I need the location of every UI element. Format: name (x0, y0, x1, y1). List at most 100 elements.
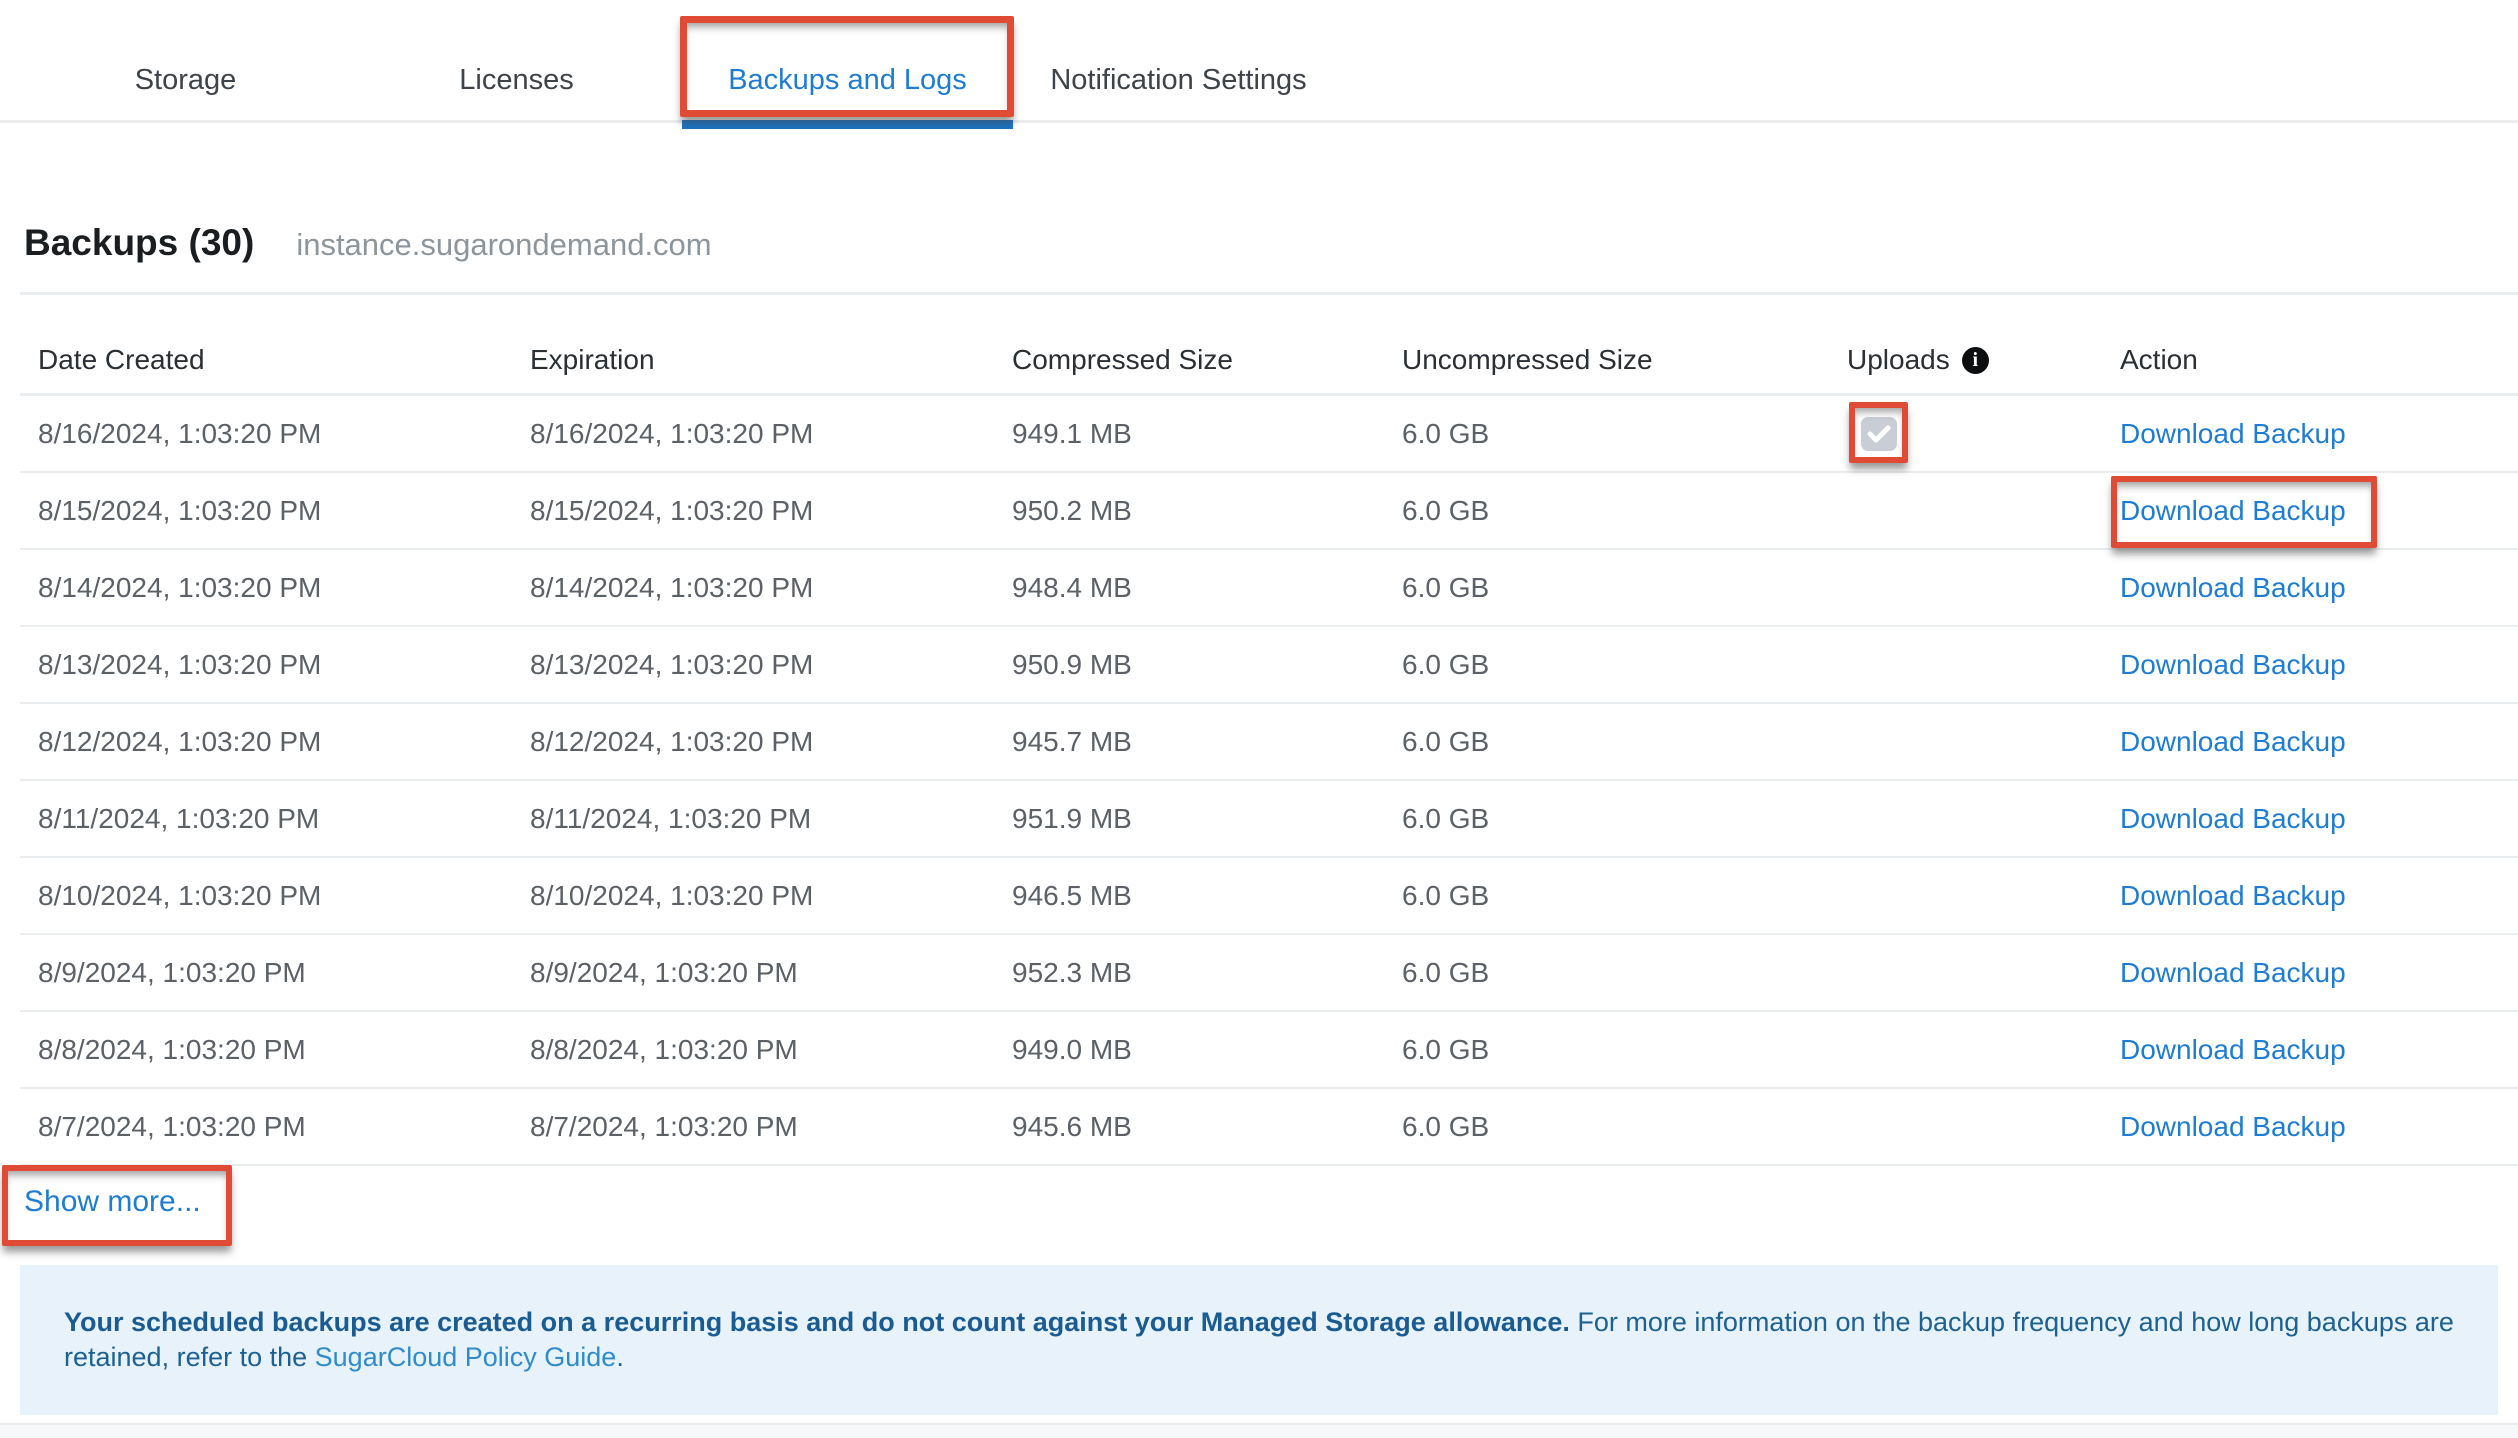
cell-date-created: 8/16/2024, 1:03:20 PM (38, 417, 322, 449)
cell-uncompressed-size: 6.0 GB (1402, 494, 1490, 526)
cell-uncompressed-size: 6.0 GB (1402, 648, 1490, 680)
cell-uncompressed-size: 6.0 GB (1402, 571, 1490, 603)
table-row: 8/8/2024, 1:03:20 PM 8/8/2024, 1:03:20 PM… (20, 1012, 2518, 1089)
column-header-label: Compressed Size (1012, 344, 1233, 375)
show-more-link[interactable]: Show more... (24, 1185, 201, 1218)
column-header-expiration: Expiration (530, 344, 1012, 376)
banner-text-end: . (616, 1342, 624, 1372)
cell-action: Download Backup (2120, 803, 2518, 835)
cell-uncompressed-size: 6.0 GB (1402, 1110, 1490, 1142)
cell-compressed-size: 949.1 MB (1012, 417, 1132, 449)
cell-compressed-size: 950.2 MB (1012, 494, 1132, 526)
tabs: Storage Licenses Backups and Logs Notificat… (20, 0, 2518, 120)
download-backup-link[interactable]: Download Backup (2120, 1034, 2346, 1065)
table-row: 8/9/2024, 1:03:20 PM 8/9/2024, 1:03:20 PM… (20, 935, 2518, 1012)
tab-bar: Storage Licenses Backups and Logs Notificat… (0, 0, 2518, 129)
column-header-date-created: Date Created (38, 344, 530, 376)
cell-action: Download Backup (2120, 649, 2518, 681)
column-header-uploads: Uploads i (1847, 344, 2120, 376)
cell-date-created: 8/12/2024, 1:03:20 PM (38, 725, 322, 757)
cell-date-created: 8/15/2024, 1:03:20 PM (38, 494, 322, 526)
cell-uncompressed-size: 6.0 GB (1402, 956, 1490, 988)
bottom-strip (0, 1423, 2518, 1438)
cell-date-created: 8/9/2024, 1:03:20 PM (38, 956, 306, 988)
instance-domain: instance.sugarondemand.com (296, 227, 712, 262)
tab-backups-and-logs[interactable]: Backups and Logs (682, 0, 1013, 120)
backups-table-header: Date Created Expiration Compressed Size Unc… (20, 295, 2518, 396)
cell-expiration: 8/12/2024, 1:03:20 PM (530, 725, 814, 757)
cell-uncompressed-size: 6.0 GB (1402, 879, 1490, 911)
column-header-compressed-size: Compressed Size (1012, 344, 1402, 376)
cell-expiration: 8/10/2024, 1:03:20 PM (530, 879, 814, 911)
tab-notification-settings[interactable]: Notification Settings (1013, 0, 1344, 120)
cell-expiration: 8/14/2024, 1:03:20 PM (530, 571, 814, 603)
cell-compressed-size: 952.3 MB (1012, 956, 1132, 988)
column-header-label: Date Created (38, 344, 205, 375)
cell-expiration: 8/16/2024, 1:03:20 PM (530, 417, 814, 449)
active-tab-underline (682, 120, 1013, 129)
cell-date-created: 8/14/2024, 1:03:20 PM (38, 571, 322, 603)
column-header-label: Expiration (530, 344, 655, 375)
download-backup-link[interactable]: Download Backup (2120, 649, 2346, 680)
cell-uncompressed-size: 6.0 GB (1402, 417, 1490, 449)
table-row: 8/7/2024, 1:03:20 PM 8/7/2024, 1:03:20 PM… (20, 1089, 2518, 1166)
cell-uncompressed-size: 6.0 GB (1402, 1033, 1490, 1065)
download-backup-link[interactable]: Download Backup (2120, 726, 2346, 757)
cell-uncompressed-size: 6.0 GB (1402, 802, 1490, 834)
cell-expiration: 8/8/2024, 1:03:20 PM (530, 1033, 798, 1065)
backups-table-body: 8/16/2024, 1:03:20 PM 8/16/2024, 1:03:20 … (20, 396, 2518, 1166)
download-backup-link[interactable]: Download Backup (2120, 495, 2346, 526)
cell-action: Download Backup (2120, 880, 2518, 912)
download-backup-link[interactable]: Download Backup (2120, 572, 2346, 603)
column-header-action: Action (2120, 344, 2518, 376)
cell-action: Download Backup (2120, 726, 2518, 758)
cell-compressed-size: 945.6 MB (1012, 1110, 1132, 1142)
cell-uncompressed-size: 6.0 GB (1402, 725, 1490, 757)
table-row: 8/12/2024, 1:03:20 PM 8/12/2024, 1:03:20 … (20, 704, 2518, 781)
cell-date-created: 8/7/2024, 1:03:20 PM (38, 1110, 306, 1142)
download-backup-link[interactable]: Download Backup (2120, 880, 2346, 911)
page: Storage Licenses Backups and Logs Notificat… (0, 0, 2518, 1438)
cell-action: Download Backup (2120, 495, 2518, 527)
cell-expiration: 8/13/2024, 1:03:20 PM (530, 648, 814, 680)
download-backup-link[interactable]: Download Backup (2120, 1111, 2346, 1142)
cell-expiration: 8/7/2024, 1:03:20 PM (530, 1110, 798, 1142)
cell-compressed-size: 946.5 MB (1012, 879, 1132, 911)
cell-date-created: 8/8/2024, 1:03:20 PM (38, 1033, 306, 1065)
table-row: 8/15/2024, 1:03:20 PM 8/15/2024, 1:03:20 … (20, 473, 2518, 550)
table-row: 8/14/2024, 1:03:20 PM 8/14/2024, 1:03:20 … (20, 550, 2518, 627)
cell-date-created: 8/10/2024, 1:03:20 PM (38, 879, 322, 911)
show-more-wrap: Show more... (24, 1185, 2518, 1219)
download-backup-link[interactable]: Download Backup (2120, 957, 2346, 988)
uploads-info-icon[interactable]: i (1961, 346, 1989, 374)
cell-action: Download Backup (2120, 1034, 2518, 1066)
column-header-label: Uncompressed Size (1402, 344, 1653, 375)
banner-bold-text: Your scheduled backups are created on a … (64, 1307, 1570, 1337)
table-row: 8/10/2024, 1:03:20 PM 8/10/2024, 1:03:20 … (20, 858, 2518, 935)
policy-guide-link[interactable]: SugarCloud Policy Guide (315, 1342, 617, 1372)
cell-uploads (1847, 416, 2120, 451)
table-row: 8/16/2024, 1:03:20 PM 8/16/2024, 1:03:20 … (20, 396, 2518, 473)
table-row: 8/11/2024, 1:03:20 PM 8/11/2024, 1:03:20 … (20, 781, 2518, 858)
cell-action: Download Backup (2120, 957, 2518, 989)
backups-table: Date Created Expiration Compressed Size Unc… (20, 295, 2518, 1166)
cell-compressed-size: 945.7 MB (1012, 725, 1132, 757)
cell-compressed-size: 950.9 MB (1012, 648, 1132, 680)
section-header: Backups (30) instance.sugarondemand.com (0, 123, 2518, 264)
cell-compressed-size: 951.9 MB (1012, 802, 1132, 834)
upload-checkbox[interactable] (1861, 416, 1897, 451)
page-title: Backups (30) (24, 222, 255, 263)
download-backup-link[interactable]: Download Backup (2120, 418, 2346, 449)
column-header-uncompressed-size: Uncompressed Size (1402, 344, 1847, 376)
cell-expiration: 8/15/2024, 1:03:20 PM (530, 494, 814, 526)
tab-licenses[interactable]: Licenses (351, 0, 682, 120)
column-header-label: Action (2120, 344, 2198, 375)
tab-storage[interactable]: Storage (20, 0, 351, 120)
column-header-label: Uploads (1847, 344, 1950, 375)
cell-expiration: 8/11/2024, 1:03:20 PM (530, 802, 812, 834)
download-backup-link[interactable]: Download Backup (2120, 803, 2346, 834)
table-row: 8/13/2024, 1:03:20 PM 8/13/2024, 1:03:20 … (20, 627, 2518, 704)
cell-action: Download Backup (2120, 572, 2518, 604)
cell-date-created: 8/11/2024, 1:03:20 PM (38, 802, 320, 834)
cell-action: Download Backup (2120, 1111, 2518, 1143)
